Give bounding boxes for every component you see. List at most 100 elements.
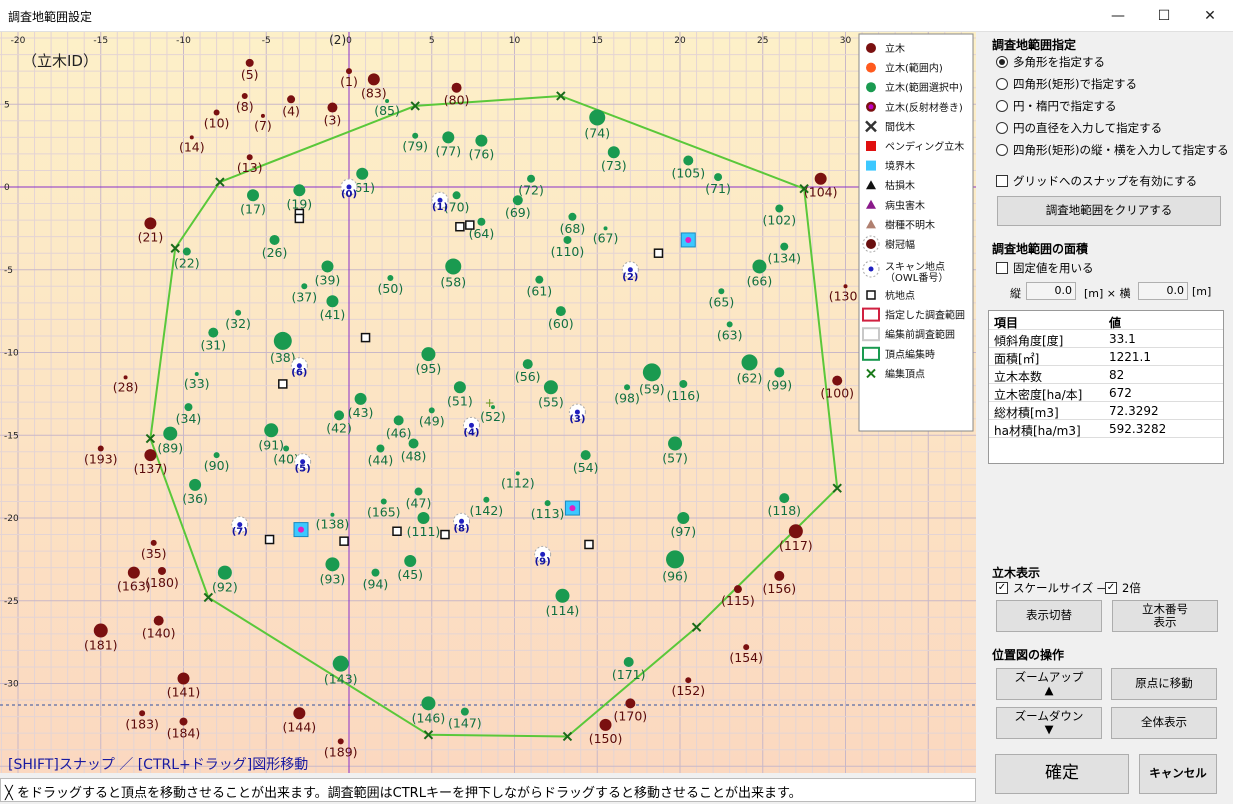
tree-number-button[interactable]: 立木番号 表示 — [1112, 600, 1218, 632]
tree-label: (51) — [447, 393, 473, 408]
tree-marker — [247, 189, 260, 202]
legend-icon — [868, 104, 874, 110]
tree-label: (45) — [397, 567, 423, 582]
minimize-icon[interactable]: — — [1095, 0, 1141, 32]
tree-marker — [354, 392, 367, 405]
tree-label: (144) — [283, 719, 317, 734]
area-option-2[interactable]: 円・楕円で指定する — [996, 97, 1117, 115]
stake-marker — [339, 536, 349, 546]
scan-point-label: (6) — [291, 368, 307, 379]
tree-label: (130) — [829, 288, 863, 303]
tree-marker — [555, 588, 570, 603]
legend-icon — [866, 239, 876, 249]
tree-marker — [144, 449, 157, 462]
vert-input[interactable]: 0.0 — [1026, 282, 1076, 300]
tree-marker — [177, 672, 190, 685]
origin-button[interactable]: 原点に移動 — [1111, 668, 1217, 700]
tree-marker — [453, 381, 466, 394]
radio-icon[interactable] — [996, 122, 1008, 134]
fixed-value-checkbox[interactable]: 固定値を用いる — [996, 259, 1094, 277]
tree-marker — [332, 655, 349, 672]
tree-label: (71) — [705, 181, 731, 196]
area-option-0[interactable]: 多角形を指定する — [996, 53, 1105, 71]
horiz-input[interactable]: 0.0 — [1138, 282, 1188, 300]
checkbox-box[interactable] — [996, 262, 1008, 274]
radio-icon[interactable] — [996, 78, 1008, 90]
tree-label: (100) — [820, 386, 854, 401]
tree-label: (140) — [142, 626, 176, 641]
tree-marker — [832, 375, 843, 386]
y-tick-label: -20 — [4, 514, 19, 524]
x-tick-label: -10 — [176, 36, 191, 46]
clear-area-button[interactable]: 調査地範囲をクリアする — [997, 196, 1221, 226]
unit-label-2: [m] — [1192, 285, 1212, 298]
close-icon[interactable]: ✕ — [1187, 0, 1233, 32]
tree-marker — [287, 95, 296, 104]
scale-size-checkbox[interactable]: ✓ スケールサイズ — — [996, 579, 1108, 597]
plot-canvas[interactable]: -20 -15 -10 -5 0 5 10 15 20 25 30 5 0 -5 -10 -15 -20 -25 -… — [0, 32, 976, 773]
tree-label: (47) — [406, 496, 432, 511]
tree-label: (115) — [721, 593, 755, 608]
hint-text: [SHIFT]スナップ ／ [CTRL+ドラッグ]図形移動 — [8, 757, 308, 773]
area-option-1[interactable]: 四角形(矩形)で指定する — [996, 75, 1137, 93]
tree-label: (97) — [670, 524, 696, 539]
tree-marker — [445, 258, 462, 275]
legend-label: （OWL番号） — [885, 272, 948, 284]
stats-key: ha材積[ha/m3] — [994, 424, 1081, 438]
legend-icon — [866, 82, 876, 93]
tree-marker — [683, 155, 694, 166]
legend-icon — [862, 307, 880, 322]
show-all-button[interactable]: 全体表示 — [1111, 707, 1217, 739]
check-icon[interactable]: ✓ — [1105, 582, 1117, 594]
stats-value: 33.1 — [1109, 332, 1136, 346]
legend-icon — [866, 160, 876, 171]
legend-label: 立木 — [885, 42, 905, 55]
stats-value: 72.3292 — [1109, 404, 1159, 418]
tree-label: (137) — [134, 461, 168, 476]
legend-label: 樹種不明木 — [885, 218, 935, 231]
scan-point-label: (1) — [432, 202, 448, 213]
vert-label: 縦 — [1010, 287, 1021, 300]
radio-icon[interactable] — [996, 100, 1008, 112]
grid-snap-checkbox[interactable]: グリッドへのスナップを有効にする — [996, 172, 1197, 190]
tree-label: (143) — [324, 672, 358, 687]
double-checkbox[interactable]: ✓ 2倍 — [1105, 579, 1141, 597]
cancel-button[interactable]: キャンセル — [1139, 754, 1217, 794]
tree-marker — [568, 212, 577, 221]
tree-label: (89) — [157, 441, 183, 456]
zoom-in-button[interactable]: ズームアップ ▲ — [996, 668, 1102, 700]
legend-label: スキャン地点 — [885, 260, 945, 273]
tree-marker — [179, 717, 188, 726]
tree-label: (74) — [584, 125, 610, 140]
tree-label: (112) — [501, 475, 535, 490]
tree-label: (76) — [469, 147, 495, 162]
zoom-out-button[interactable]: ズームダウン ▼ — [996, 707, 1102, 739]
tree-label: (113) — [531, 506, 565, 521]
tree-label: (36) — [182, 491, 208, 506]
radio-icon[interactable] — [996, 56, 1008, 68]
radio-icon[interactable] — [996, 144, 1008, 156]
check-icon[interactable]: ✓ — [996, 582, 1008, 594]
tree-marker — [321, 260, 334, 273]
area-option-3[interactable]: 円の直径を入力して指定する — [996, 119, 1162, 137]
maximize-icon[interactable]: ☐ — [1141, 0, 1187, 32]
area-option-4[interactable]: 四角形(矩形)の縦・横を入力して指定する — [996, 141, 1229, 159]
tree-label: (156) — [762, 581, 796, 596]
tree-label: (96) — [662, 568, 688, 583]
plot-area[interactable]: -20 -15 -10 -5 0 5 10 15 20 25 30 5 0 -5 -10 -15 -20 -25 -… — [0, 32, 976, 773]
display-toggle-button[interactable]: 表示切替 — [996, 600, 1102, 632]
tree-marker — [625, 698, 636, 709]
tree-marker — [780, 242, 789, 251]
tree-label: (91) — [258, 437, 284, 452]
tree-label: (94) — [363, 577, 389, 592]
checkbox-box[interactable] — [996, 175, 1008, 187]
stake-marker — [465, 220, 475, 230]
tree-label: (85) — [374, 103, 400, 118]
tree-marker — [157, 566, 166, 575]
stats-row: 立木密度[ha/本] 672 — [989, 385, 1223, 402]
tree-marker — [208, 327, 219, 338]
tree-marker — [779, 493, 790, 504]
stats-row: ha材積[ha/m3] 592.3282 — [989, 421, 1223, 438]
confirm-button[interactable]: 確定 — [995, 754, 1129, 794]
legend-icon — [866, 141, 876, 151]
